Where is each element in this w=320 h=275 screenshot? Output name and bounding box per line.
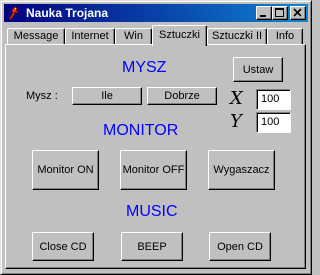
window-title: Nauka Trojana bbox=[26, 6, 109, 20]
monitor-on-button[interactable]: Monitor ON bbox=[32, 150, 99, 190]
monitor-heading: MONITOR bbox=[103, 122, 179, 139]
tab-label: Internet bbox=[71, 30, 109, 42]
tab-label: Win bbox=[124, 30, 143, 42]
maximize-icon bbox=[275, 8, 284, 17]
music-heading: MUSIC bbox=[126, 203, 178, 220]
tab-info[interactable]: Info bbox=[267, 28, 303, 45]
tab-internet[interactable]: Internet bbox=[65, 28, 115, 45]
title-bar[interactable]: Nauka Trojana bbox=[4, 4, 308, 22]
tab-message[interactable]: Message bbox=[7, 28, 65, 45]
open-cd-button[interactable]: Open CD bbox=[209, 232, 271, 261]
ustaw-button[interactable]: Ustaw bbox=[233, 57, 283, 82]
y-coordinate-input[interactable]: 100 bbox=[256, 112, 291, 133]
dobrze-button[interactable]: Dobrze bbox=[147, 87, 217, 105]
screensaver-button[interactable]: Wygaszacz bbox=[208, 150, 275, 190]
x-axis-label: X bbox=[230, 88, 243, 109]
y-axis-label: Y bbox=[230, 111, 242, 132]
sztuczki-panel: MYSZ Ustaw Mysz : Ile Dobrze X 100 Y 100… bbox=[5, 44, 306, 269]
mysz-label: Mysz : bbox=[26, 90, 58, 102]
mysz-heading: MYSZ bbox=[122, 59, 167, 76]
tab-win[interactable]: Win bbox=[115, 28, 152, 45]
tab-label: Info bbox=[275, 30, 295, 42]
minimize-icon bbox=[260, 15, 266, 17]
tab-label: Message bbox=[13, 30, 59, 42]
close-button[interactable] bbox=[290, 6, 306, 20]
monitor-off-button[interactable]: Monitor OFF bbox=[120, 150, 187, 190]
close-icon bbox=[293, 8, 302, 17]
x-coordinate-input[interactable]: 100 bbox=[256, 89, 291, 110]
horse-icon bbox=[8, 6, 19, 20]
tab-label: Sztuczki bbox=[159, 29, 200, 41]
tab-sztuczki[interactable]: Sztuczki bbox=[152, 25, 207, 46]
beep-button[interactable]: BEEP bbox=[121, 232, 183, 261]
main-window: Nauka Trojana Message Internet Win Sztuc… bbox=[0, 0, 312, 275]
tab-sztuczki-ii[interactable]: Sztuczki II bbox=[207, 28, 267, 45]
maximize-button[interactable] bbox=[272, 6, 288, 20]
close-cd-button[interactable]: Close CD bbox=[32, 232, 94, 261]
tab-label: Sztuczki II bbox=[211, 30, 263, 42]
ile-button[interactable]: Ile bbox=[72, 87, 142, 105]
minimize-button[interactable] bbox=[256, 6, 272, 20]
